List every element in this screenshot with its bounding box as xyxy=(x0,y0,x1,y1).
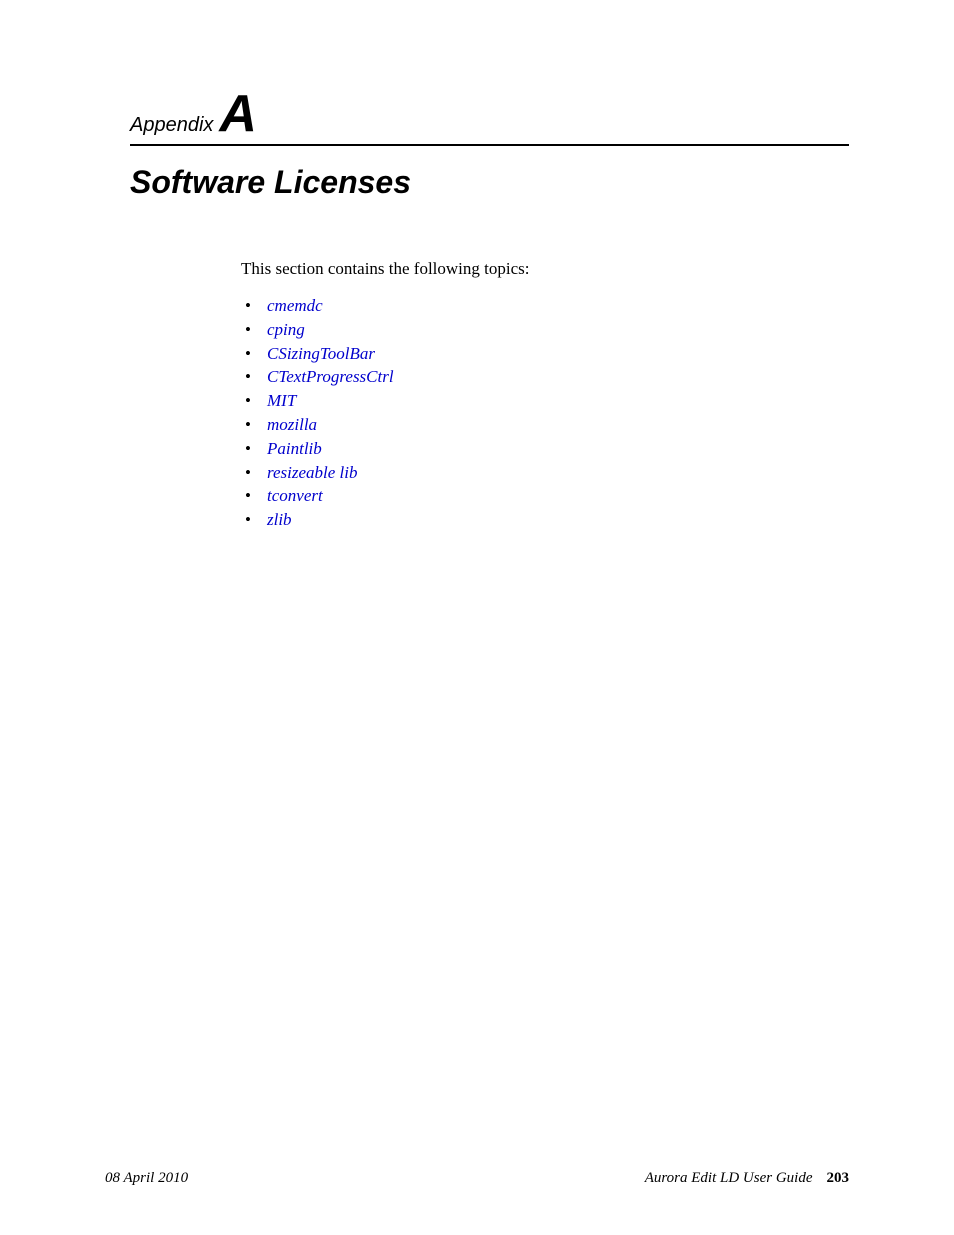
topic-link-paintlib[interactable]: Paintlib xyxy=(267,437,322,461)
topic-link-csizingtoolbar[interactable]: CSizingToolBar xyxy=(267,342,375,366)
list-item: •zlib xyxy=(241,508,849,532)
bullet-icon: • xyxy=(241,437,267,461)
list-item: •MIT xyxy=(241,389,849,413)
bullet-icon: • xyxy=(241,342,267,366)
bullet-icon: • xyxy=(241,318,267,342)
list-item: •CSizingToolBar xyxy=(241,342,849,366)
footer-page-number: 203 xyxy=(827,1170,850,1187)
bullet-icon: • xyxy=(241,508,267,532)
page-footer: 08 April 2010 Aurora Edit LD User Guide … xyxy=(105,1170,849,1187)
bullet-icon: • xyxy=(241,365,267,389)
topic-link-tconvert[interactable]: tconvert xyxy=(267,484,323,508)
topic-link-mit[interactable]: MIT xyxy=(267,389,296,413)
appendix-header: Appendix A xyxy=(130,88,849,146)
appendix-label: Appendix xyxy=(130,114,213,137)
topic-link-mozilla[interactable]: mozilla xyxy=(267,413,317,437)
list-item: •resizeable lib xyxy=(241,461,849,485)
list-item: •Paintlib xyxy=(241,437,849,461)
topic-link-ctextprogressctrl[interactable]: CTextProgressCtrl xyxy=(267,365,394,389)
list-item: •tconvert xyxy=(241,484,849,508)
intro-text: This section contains the following topi… xyxy=(241,259,849,279)
topic-link-cping[interactable]: cping xyxy=(267,318,305,342)
topic-link-resizeable-lib[interactable]: resizeable lib xyxy=(267,461,358,485)
bullet-icon: • xyxy=(241,413,267,437)
footer-date: 08 April 2010 xyxy=(105,1170,188,1187)
footer-guide-title: Aurora Edit LD User Guide xyxy=(645,1170,813,1187)
list-item: •CTextProgressCtrl xyxy=(241,365,849,389)
bullet-icon: • xyxy=(241,461,267,485)
list-item: •cmemdc xyxy=(241,294,849,318)
page-title: Software Licenses xyxy=(130,164,849,201)
appendix-letter: A xyxy=(219,88,257,140)
list-item: •mozilla xyxy=(241,413,849,437)
bullet-icon: • xyxy=(241,484,267,508)
topic-link-cmemdc[interactable]: cmemdc xyxy=(267,294,323,318)
bullet-icon: • xyxy=(241,389,267,413)
list-item: •cping xyxy=(241,318,849,342)
topics-list: •cmemdc •cping •CSizingToolBar •CTextPro… xyxy=(241,294,849,532)
topic-link-zlib[interactable]: zlib xyxy=(267,508,292,532)
bullet-icon: • xyxy=(241,294,267,318)
